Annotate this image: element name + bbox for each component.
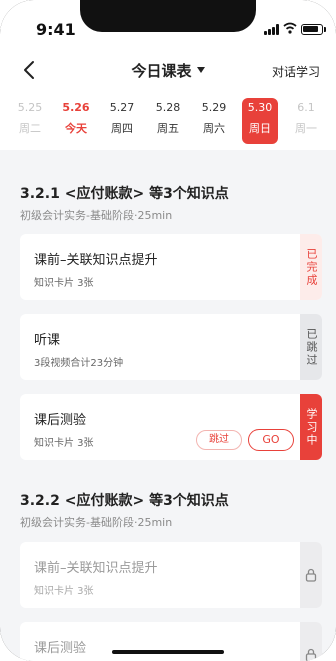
date-item-selected[interactable]: 5.30 周日 (242, 98, 278, 144)
signal-icon (264, 24, 280, 35)
lesson-name: 课前–关联知识点提升 (34, 561, 158, 576)
battery-icon (301, 24, 323, 35)
lesson-meta: 3段视频合计23分钟 (34, 358, 124, 369)
caret-down-icon (196, 66, 205, 73)
status-time: 9:41 (36, 20, 76, 39)
date-day: 5.26 (62, 101, 90, 114)
date-weekday: 周六 (203, 122, 225, 135)
lesson-name: 课后测验 (34, 413, 87, 428)
page-title: 今日课表 (131, 62, 192, 80)
date-day: 5.29 (201, 101, 227, 114)
status-badge-learning: 学习中 (300, 394, 322, 460)
lesson-meta: 知识卡片 3张 (34, 586, 94, 597)
nav-header: 今日课表 对话学习 (0, 46, 336, 94)
date-weekday: 周四 (111, 122, 133, 135)
date-item[interactable]: 5.27 周四 (104, 98, 140, 144)
battery-tip (324, 27, 326, 32)
date-day: 5.27 (109, 101, 135, 114)
section-subtitle: 初级会计实务-基础阶段·25min (20, 516, 173, 529)
lesson-card-locked[interactable]: 课前–关联知识点提升 知识卡片 3张 (20, 542, 322, 608)
lock-icon (305, 648, 317, 661)
lock-icon (305, 568, 317, 582)
date-weekday: 周二 (19, 122, 41, 135)
phone-frame: 9:41 今日课表 对话学习 5.25 周二 5.26 今天 5.27 周四 5… (0, 0, 336, 661)
date-item[interactable]: 5.29 周六 (196, 98, 232, 144)
lesson-meta: 知识卡片 3张 (34, 438, 94, 449)
date-day: 5.30 (247, 101, 273, 114)
date-weekday: 周一 (295, 122, 317, 135)
date-item[interactable]: 5.25 周二 (12, 98, 48, 144)
lesson-name: 课前–关联知识点提升 (34, 253, 158, 268)
status-badge-skipped: 已跳过 (300, 314, 322, 380)
notch (80, 0, 256, 32)
lock-badge (300, 622, 322, 661)
lesson-card[interactable]: 课后测验 知识卡片 3张 跳过 GO 学习中 (20, 394, 322, 460)
home-indicator (112, 650, 224, 654)
date-weekday: 周日 (249, 122, 271, 135)
go-button[interactable]: GO (248, 429, 294, 451)
status-badge-completed: 已完成 (300, 234, 322, 300)
lesson-name: 听课 (34, 333, 61, 348)
date-day: 6.1 (297, 101, 315, 114)
date-item[interactable]: 5.26 今天 (58, 98, 94, 144)
date-day: 5.25 (17, 101, 43, 114)
date-strip: 5.25 周二 5.26 今天 5.27 周四 5.28 周五 5.29 周六 … (0, 94, 336, 150)
lesson-card[interactable]: 听课 3段视频合计23分钟 已跳过 (20, 314, 322, 380)
section-subtitle: 初级会计实务-基础阶段·25min (20, 209, 173, 222)
section-title: 3.2.2 <应付账款> 等3个知识点 (20, 493, 229, 509)
schedule-content: 3.2.1 <应付账款> 等3个知识点 初级会计实务-基础阶段·25min 课前… (0, 150, 336, 661)
dialog-learning-link[interactable]: 对话学习 (272, 63, 320, 80)
lesson-card[interactable]: 课前–关联知识点提升 知识卡片 3张 已完成 (20, 234, 322, 300)
date-weekday: 周五 (157, 122, 179, 135)
lesson-name: 课后测验 (34, 641, 87, 656)
lesson-meta: 知识卡片 3张 (34, 278, 94, 289)
lock-badge (300, 542, 322, 608)
section-title: 3.2.1 <应付账款> 等3个知识点 (20, 186, 229, 202)
date-day: 5.28 (155, 101, 181, 114)
date-item[interactable]: 6.1 周一 (288, 98, 324, 144)
lesson-card-locked[interactable]: 课后测验 (20, 622, 322, 661)
wifi-icon (283, 22, 297, 34)
status-bar: 9:41 (0, 0, 336, 46)
skip-button[interactable]: 跳过 (196, 430, 242, 450)
date-item[interactable]: 5.28 周五 (150, 98, 186, 144)
date-weekday: 今天 (65, 122, 87, 135)
